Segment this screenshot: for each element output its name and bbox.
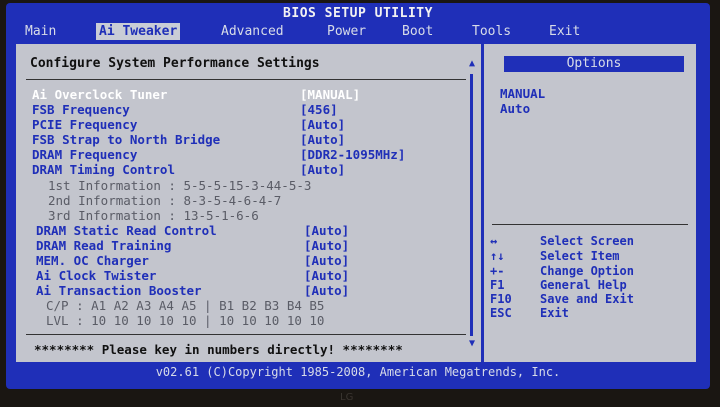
settings-panel: Configure System Performance Settings Ai… — [14, 42, 483, 364]
help-desc: Change Option — [540, 264, 634, 278]
bios-screen: BIOS SETUP UTILITY Main Ai Tweaker Advan… — [6, 3, 710, 389]
menu-bar: Main Ai Tweaker Advanced Power Boot Tool… — [6, 23, 710, 41]
channel-levels: LVL : 10 10 10 10 10 | 10 10 10 10 10 — [46, 313, 325, 328]
menu-main[interactable]: Main — [22, 23, 59, 40]
setting-label: DRAM Read Training — [36, 238, 172, 253]
menu-boot[interactable]: Boot — [399, 23, 436, 40]
option-item[interactable]: MANUAL — [500, 86, 545, 101]
help-key: ESC — [490, 306, 512, 320]
setting-label: DRAM Frequency — [32, 147, 138, 162]
setting-value[interactable]: [Auto] — [304, 238, 349, 253]
menu-ai-tweaker[interactable]: Ai Tweaker — [96, 23, 181, 40]
help-desc: Select Item — [540, 249, 620, 263]
setting-label: Ai Overclock Tuner — [32, 87, 168, 102]
input-hint: ******** Please key in numbers directly!… — [34, 342, 403, 357]
setting-label: Ai Transaction Booster — [36, 283, 202, 298]
setting-label: DRAM Static Read Control — [36, 223, 217, 238]
help-desc: General Help — [540, 278, 627, 292]
arrows-ud-icon: ↑↓ — [490, 249, 505, 263]
menu-power[interactable]: Power — [324, 23, 369, 40]
page-title: Configure System Performance Settings — [30, 56, 320, 71]
divider — [26, 79, 466, 80]
divider — [492, 224, 688, 225]
setting-value[interactable]: [Auto] — [300, 132, 345, 147]
help-desc: Select Screen — [540, 234, 634, 248]
bios-title: BIOS SETUP UTILITY — [283, 6, 433, 21]
setting-label: DRAM Timing Control — [32, 162, 175, 177]
help-key: F1 — [490, 278, 505, 292]
timing-info: 1st Information : 5-5-5-15-3-44-5-3 — [48, 178, 312, 193]
copyright-text: v02.61 (C)Copyright 1985-2008, American … — [155, 365, 561, 379]
option-item[interactable]: Auto — [500, 101, 530, 116]
channel-header: C/P : A1 A2 A3 A4 A5 | B1 B2 B3 B4 B5 — [46, 298, 325, 313]
setting-value[interactable]: [Auto] — [300, 117, 345, 132]
scroll-down-icon[interactable]: ▼ — [467, 338, 477, 349]
divider — [26, 334, 466, 335]
help-desc: Save and Exit — [540, 292, 634, 306]
help-desc: Exit — [540, 306, 569, 320]
setting-value[interactable]: [Auto] — [304, 253, 349, 268]
setting-label: PCIE Frequency — [32, 117, 138, 132]
timing-info: 3rd Information : 13-5-1-6-6 — [48, 208, 259, 223]
menu-exit[interactable]: Exit — [546, 23, 583, 40]
setting-value[interactable]: [Auto] — [304, 223, 349, 238]
setting-label: Ai Clock Twister — [36, 268, 157, 283]
timing-info: 2nd Information : 8-3-5-4-6-4-7 — [48, 193, 282, 208]
setting-value[interactable]: [Auto] — [304, 268, 349, 283]
setting-value[interactable]: [MANUAL] — [300, 87, 360, 102]
setting-value[interactable]: [Auto] — [304, 283, 349, 298]
setting-label: FSB Frequency — [32, 102, 130, 117]
menu-tools[interactable]: Tools — [469, 23, 514, 40]
setting-value[interactable]: [Auto] — [300, 162, 345, 177]
options-panel: Options MANUAL Auto ↔ Select Screen ↑↓ S… — [482, 42, 698, 364]
monitor-logo: LG — [340, 392, 354, 403]
scrollbar[interactable]: ▲ ▼ — [467, 58, 477, 349]
setting-value[interactable]: [DDR2-1095MHz] — [300, 147, 405, 162]
scroll-up-icon[interactable]: ▲ — [467, 58, 477, 69]
setting-label: MEM. OC Charger — [36, 253, 149, 268]
setting-label: FSB Strap to North Bridge — [32, 132, 221, 147]
options-title: Options — [504, 56, 684, 72]
plus-minus-icon: +- — [490, 264, 505, 278]
arrows-lr-icon: ↔ — [490, 234, 498, 248]
setting-value[interactable]: [456] — [300, 102, 338, 117]
help-key: F10 — [490, 292, 512, 306]
scroll-track[interactable] — [470, 74, 473, 336]
menu-advanced[interactable]: Advanced — [218, 23, 287, 40]
